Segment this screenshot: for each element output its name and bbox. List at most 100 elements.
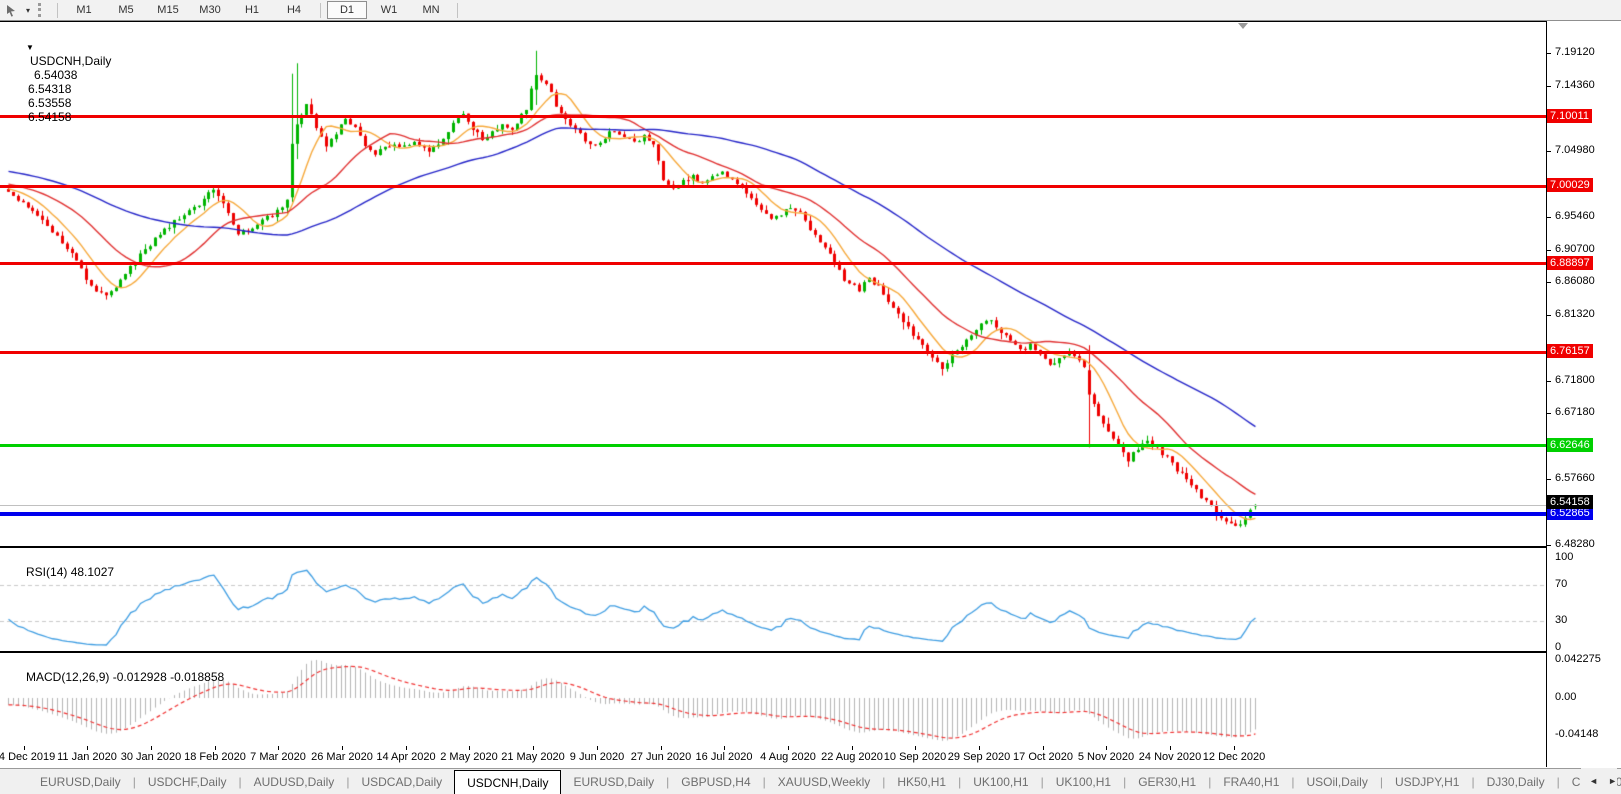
price-tick: [1547, 217, 1551, 218]
tab-scroll-right-icon[interactable]: ►: [1608, 776, 1617, 786]
timeframe-button-h1[interactable]: H1: [232, 1, 272, 19]
price-tick-label: 6.86080: [1555, 275, 1595, 287]
tab-scroll-left-icon[interactable]: ◄: [1589, 776, 1598, 786]
date-tick: [979, 746, 980, 750]
symbol-tab-eurusd-daily[interactable]: EURUSD,Daily: [561, 769, 666, 794]
symbol-tab-usdcad-daily[interactable]: USDCAD,Daily: [349, 769, 454, 794]
timeframe-button-m1[interactable]: M1: [64, 1, 104, 19]
date-tick: [597, 746, 598, 750]
symbol-tab-uk100-h1[interactable]: UK100,H1: [961, 769, 1040, 794]
level-price-label: 7.10011: [1547, 109, 1592, 123]
rsi-panel: RSI(14) 48.1027: [0, 547, 1546, 652]
price-tick: [1547, 53, 1551, 54]
timeframe-button-m5[interactable]: M5: [106, 1, 146, 19]
price-axis[interactable]: 7.19120 7.14360 7.04980 6.95460 6.90700 6.860…: [1546, 21, 1621, 767]
top-toolbar: ▾ M1 M5 M15 M30 H1 H4 D1 W1 MN: [0, 0, 1621, 21]
symbol-tab-bar: EURUSD,Daily | USDCHF,Daily | AUDUSD,Daily | U…: [0, 768, 1621, 794]
symbol-tab-eurusd-daily[interactable]: EURUSD,Daily: [28, 769, 133, 794]
symbol-tab-uk100-h1[interactable]: UK100,H1: [1044, 769, 1123, 794]
symbol-tab-gbpusd-h4[interactable]: GBPUSD,H4: [669, 769, 762, 794]
date-label: 18 Feb 2020: [184, 751, 246, 763]
macd-chart-canvas[interactable]: [0, 653, 1546, 744]
timeframe-button-d1[interactable]: D1: [327, 1, 367, 19]
date-label: 29 Sep 2020: [947, 751, 1011, 763]
price-tick: [1547, 250, 1551, 251]
symbol-tab-hk50-h1[interactable]: HK50,H1: [885, 769, 958, 794]
chart-title: ▼ USDCNH,Daily 6.54038 6.54318 6.53558 6…: [6, 26, 111, 138]
date-label: 12 Dec 2020: [1202, 751, 1266, 763]
date-label: 24 Nov 2020: [1138, 751, 1202, 763]
symbol-tab-audusd-daily[interactable]: AUDUSD,Daily: [242, 769, 347, 794]
date-tick: [342, 746, 343, 750]
symbol-tab-fra40-h1[interactable]: FRA40,H1: [1211, 769, 1291, 794]
date-label: 17 Oct 2020: [1013, 751, 1073, 763]
date-tick: [1170, 746, 1171, 750]
date-tick: [1106, 746, 1107, 750]
date-axis[interactable]: 24 Dec 201911 Jan 202030 Jan 202018 Feb …: [0, 746, 1546, 767]
symbol-dropdown-arrow-icon[interactable]: ▼: [26, 43, 34, 52]
rsi-label: RSI(14) 48.1027: [6, 551, 114, 593]
price-tick-label: 6.95460: [1555, 210, 1595, 222]
toolbar-grip[interactable]: [38, 3, 46, 17]
rsi-name: RSI(14): [26, 565, 68, 579]
tool-dropdown-arrow-icon[interactable]: ▾: [22, 6, 34, 15]
level-price-label: 7.00029: [1547, 178, 1593, 192]
price-tick-label: 6.67180: [1555, 406, 1595, 418]
symbol-tab-xauusd-weekly[interactable]: XAUUSD,Weekly: [766, 769, 882, 794]
chart-window: ▼ USDCNH,Daily 6.54038 6.54318 6.53558 6…: [0, 21, 1621, 794]
date-label: 4 Aug 2020: [760, 751, 816, 763]
date-label: 22 Aug 2020: [821, 751, 883, 763]
symbol-tab-usdjpy-h1[interactable]: USDJPY,H1: [1383, 769, 1471, 794]
symbol-tab-ger30-h1[interactable]: GER30,H1: [1126, 769, 1208, 794]
macd-axis-label: 0.00: [1555, 691, 1577, 703]
date-tick: [661, 746, 662, 750]
price-tick: [1547, 86, 1551, 87]
date-tick: [215, 746, 216, 750]
symbol-tab-usdcnh-daily[interactable]: USDCNH,Daily: [454, 770, 562, 794]
timeframe-button-h4[interactable]: H4: [274, 1, 314, 19]
price-tick-label: 7.14360: [1555, 79, 1595, 91]
rsi-chart-canvas[interactable]: [0, 548, 1546, 649]
cursor-tool-icon[interactable]: [0, 1, 22, 19]
date-label: 14 Apr 2020: [376, 751, 436, 763]
horizontal-level-line-7.00029[interactable]: [0, 185, 1546, 188]
date-label: 9 Jun 2020: [569, 751, 625, 763]
date-label: 16 Jul 2020: [695, 751, 753, 763]
rsi-axis-label: 30: [1555, 614, 1568, 626]
price-tick-label: 6.90700: [1555, 243, 1595, 255]
price-tick-label: 6.48280: [1555, 538, 1595, 550]
toolbar-separator: [320, 2, 321, 18]
macd-values: -0.012928 -0.018858: [112, 670, 225, 684]
horizontal-level-line-6.52865[interactable]: [0, 512, 1546, 516]
level-price-label: 6.76157: [1547, 344, 1593, 358]
symbol-tab-usoil-daily[interactable]: USOil,Daily: [1295, 769, 1380, 794]
level-price-label: 6.88897: [1547, 256, 1593, 270]
date-label: 27 Jun 2020: [630, 751, 692, 763]
price-tick: [1547, 381, 1551, 382]
horizontal-level-line-6.88897[interactable]: [0, 262, 1546, 265]
chart-shift-marker-icon[interactable]: [1238, 23, 1248, 29]
macd-axis-label: 0.042275: [1555, 653, 1601, 665]
symbol-tab-usdchf-daily[interactable]: USDCHF,Daily: [136, 769, 239, 794]
toolbar-separator: [457, 2, 458, 18]
timeframe-button-m15[interactable]: M15: [148, 1, 188, 19]
date-label: 30 Jan 2020: [120, 751, 182, 763]
price-tick-label: 7.04980: [1555, 144, 1595, 156]
rsi-axis-label: 100: [1555, 551, 1574, 563]
macd-axis-label: -0.04148: [1555, 728, 1599, 740]
date-tick: [87, 746, 88, 750]
candlestick-chart-canvas[interactable]: [0, 22, 1546, 546]
rsi-axis-label: 0: [1555, 641, 1562, 653]
date-tick: [24, 746, 25, 750]
date-tick: [406, 746, 407, 750]
horizontal-level-line-7.10011[interactable]: [0, 115, 1546, 118]
timeframe-button-w1[interactable]: W1: [369, 1, 409, 19]
price-tick: [1547, 282, 1551, 283]
horizontal-level-line-6.62646[interactable]: [0, 444, 1546, 447]
timeframe-button-mn[interactable]: MN: [411, 1, 451, 19]
horizontal-level-line-6.76157[interactable]: [0, 351, 1546, 354]
price-tick-label: 6.57660: [1555, 472, 1595, 484]
price-tick: [1547, 413, 1551, 414]
symbol-tab-dj30-daily[interactable]: DJ30,Daily: [1475, 769, 1557, 794]
timeframe-button-m30[interactable]: M30: [190, 1, 230, 19]
